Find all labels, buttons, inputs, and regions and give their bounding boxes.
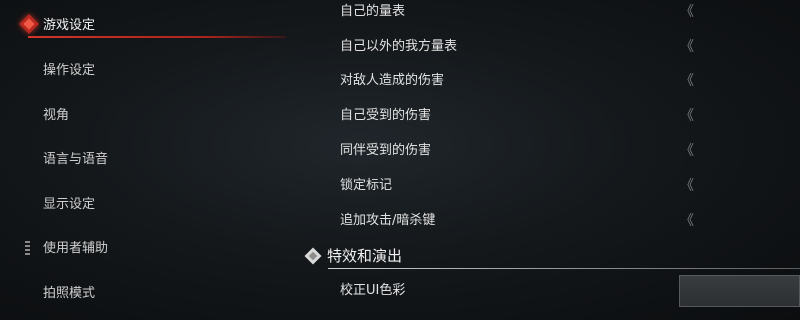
setting-label: 锁定标记 <box>340 178 393 193</box>
setting-label: 同伴受到的伤害 <box>340 143 432 158</box>
section-diamond-icon <box>304 247 322 265</box>
setting-row-damage-taken[interactable]: 自己受到的伤害 《 <box>340 104 700 128</box>
setting-row-own-gauge[interactable]: 自己的量表 《 <box>340 0 700 24</box>
chevron-left-icon[interactable]: 《 <box>680 104 694 128</box>
chevron-left-icon[interactable]: 《 <box>680 174 694 198</box>
sidebar-item-language-voice[interactable]: 语言与语音 <box>43 148 108 172</box>
active-category-underline <box>28 36 286 38</box>
setting-label: 自己以外的我方量表 <box>340 39 458 54</box>
active-category-diamond-icon <box>19 14 39 34</box>
setting-label: 自己受到的伤害 <box>340 108 432 123</box>
setting-row-companion-damage[interactable]: 同伴受到的伤害 《 <box>340 139 700 163</box>
setting-row-ui-color-correction[interactable]: 校正UI色彩 <box>340 279 405 303</box>
sidebar-item-accessibility[interactable]: 使用者辅助 <box>43 237 108 261</box>
section-title-effects: 特效和演出 <box>327 247 403 265</box>
setting-row-partially-visible <box>340 312 460 320</box>
setting-row-ally-gauge[interactable]: 自己以外的我方量表 《 <box>340 35 700 59</box>
sidebar-item-display[interactable]: 显示设定 <box>43 193 95 217</box>
chevron-left-icon[interactable]: 《 <box>680 0 694 24</box>
chevron-left-icon[interactable]: 《 <box>680 69 694 93</box>
sidebar-item-photo-mode[interactable]: 拍照模式 <box>43 282 95 306</box>
scroll-position-marker-icon <box>25 241 30 255</box>
chevron-left-icon[interactable]: 《 <box>680 35 694 59</box>
sidebar-item-controls[interactable]: 操作设定 <box>43 59 95 83</box>
sidebar-item-camera[interactable]: 视角 <box>43 104 69 128</box>
setting-row-lock-on-marker[interactable]: 锁定标记 《 <box>340 174 700 198</box>
setting-label: 对敌人造成的伤害 <box>340 73 445 88</box>
setting-label: 自己的量表 <box>340 4 406 19</box>
setting-row-damage-to-enemies[interactable]: 对敌人造成的伤害 《 <box>340 69 700 93</box>
chevron-left-icon[interactable]: 《 <box>680 209 694 233</box>
section-divider <box>328 268 800 269</box>
chevron-left-icon[interactable]: 《 <box>680 139 694 163</box>
ui-color-correction-button[interactable] <box>679 275 800 307</box>
setting-label: 校正UI色彩 <box>340 283 406 298</box>
settings-category-sidebar: 游戏设定 操作设定 视角 语言与语音 显示设定 使用者辅助 拍照模式 <box>0 0 290 320</box>
setting-label: 追加攻击/暗杀键 <box>340 213 436 228</box>
setting-row-follow-up-assassination-key[interactable]: 追加攻击/暗杀键 《 <box>340 209 700 233</box>
sidebar-item-game-settings[interactable]: 游戏设定 <box>43 14 95 38</box>
